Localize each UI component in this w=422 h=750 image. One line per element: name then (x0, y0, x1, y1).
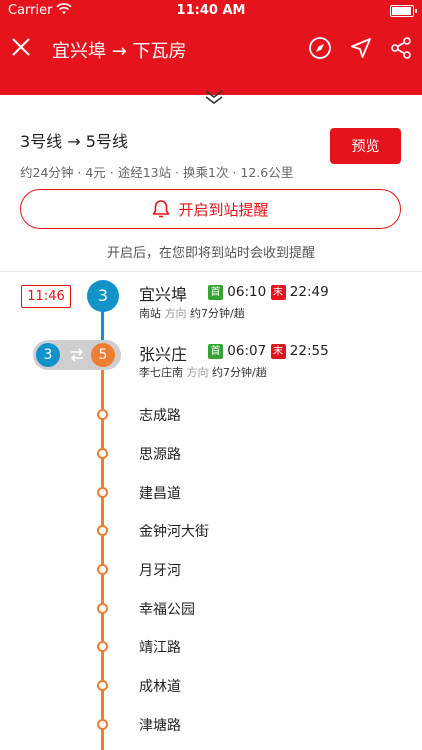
collapse-chevron-icon[interactable] (204, 88, 224, 106)
last-train-time: 22:49 (289, 284, 329, 300)
frequency: 约7分钟/趟 (190, 307, 245, 320)
stop-dot (97, 680, 108, 691)
stop-dot (97, 564, 108, 575)
stop-name: 靖江路 (139, 640, 181, 656)
stop-name: 成林道 (139, 679, 181, 695)
station-direction: 南站 方向 约7分钟/趟 (139, 305, 245, 321)
stop-dot (97, 641, 108, 652)
transfer-indicator: 3 5 (33, 340, 121, 370)
stop-dot (97, 603, 108, 614)
station-direction: 李七庄南 方向 约7分钟/趟 (139, 364, 267, 380)
direction-station: 李七庄南 (139, 366, 183, 379)
direction-station: 南站 (139, 307, 161, 320)
first-train-tag: 首 (208, 284, 223, 300)
frequency: 约7分钟/趟 (212, 366, 267, 379)
header: Carrier 11:40 AM 宜兴埠 → 下瓦房 (0, 0, 422, 95)
route-lines: 3号线 → 5号线 (20, 132, 128, 151)
stop-dot (97, 409, 108, 420)
divider (0, 271, 422, 272)
compass-icon[interactable] (308, 36, 332, 60)
stop-dot (97, 487, 108, 498)
station-name: 张兴庄 (139, 345, 188, 364)
stop-dot (97, 448, 108, 459)
page-title: 宜兴埠 → 下瓦房 (52, 41, 187, 62)
stop-name: 金钟河大街 (139, 524, 209, 540)
navigate-icon[interactable] (349, 36, 373, 60)
alert-note: 开启后，在您即将到站时会收到提醒 (106, 246, 315, 261)
direction-label: 方向 (164, 307, 187, 320)
stop-name: 志成路 (139, 408, 181, 424)
station-times: 首 06:07 末 22:55 (208, 343, 329, 359)
battery-icon (390, 5, 417, 17)
close-icon[interactable] (10, 36, 32, 58)
line-3-badge: 3 (36, 343, 60, 367)
share-icon[interactable] (389, 36, 413, 60)
last-train-tag: 末 (270, 284, 286, 300)
bell-icon (153, 200, 170, 218)
departure-time: 11:46 (21, 285, 71, 308)
station-name: 宜兴埠 (139, 285, 188, 304)
station-times: 首 06:10 末 22:49 (208, 284, 329, 300)
clock: 11:40 AM (176, 3, 246, 18)
direction-label: 方向 (186, 366, 209, 379)
transfer-icon (69, 347, 85, 363)
stop-name: 建昌道 (139, 486, 181, 502)
last-train-time: 22:55 (289, 343, 329, 359)
arrival-alert-button[interactable]: 开启到站提醒 (20, 189, 401, 229)
first-train-time: 06:10 (227, 284, 267, 300)
line-5-badge: 5 (91, 343, 115, 367)
stop-name: 津塘路 (139, 718, 181, 734)
stop-dot (97, 719, 108, 730)
route-summary: 3号线 → 5号线 约24分钟 · 4元 · 途经13站 · 换乘1次 · 12… (20, 128, 293, 181)
stop-name: 思源路 (139, 447, 181, 463)
status-bar: Carrier 11:40 AM (0, 0, 422, 22)
preview-button[interactable]: 预览 (330, 128, 401, 164)
nav-bar: 宜兴埠 → 下瓦房 (0, 30, 422, 70)
line-3-badge: 3 (87, 280, 119, 312)
first-train-tag: 首 (208, 343, 223, 359)
stop-dot (97, 525, 108, 536)
last-train-tag: 末 (270, 343, 286, 359)
arrival-alert-label: 开启到站提醒 (178, 200, 269, 219)
stop-name: 幸福公园 (139, 602, 195, 618)
stop-name: 月牙河 (139, 563, 181, 579)
route-meta: 约24分钟 · 4元 · 途经13站 · 换乘1次 · 12.6公里 (20, 165, 294, 180)
first-train-time: 06:07 (227, 343, 267, 359)
battery-level (392, 7, 411, 15)
